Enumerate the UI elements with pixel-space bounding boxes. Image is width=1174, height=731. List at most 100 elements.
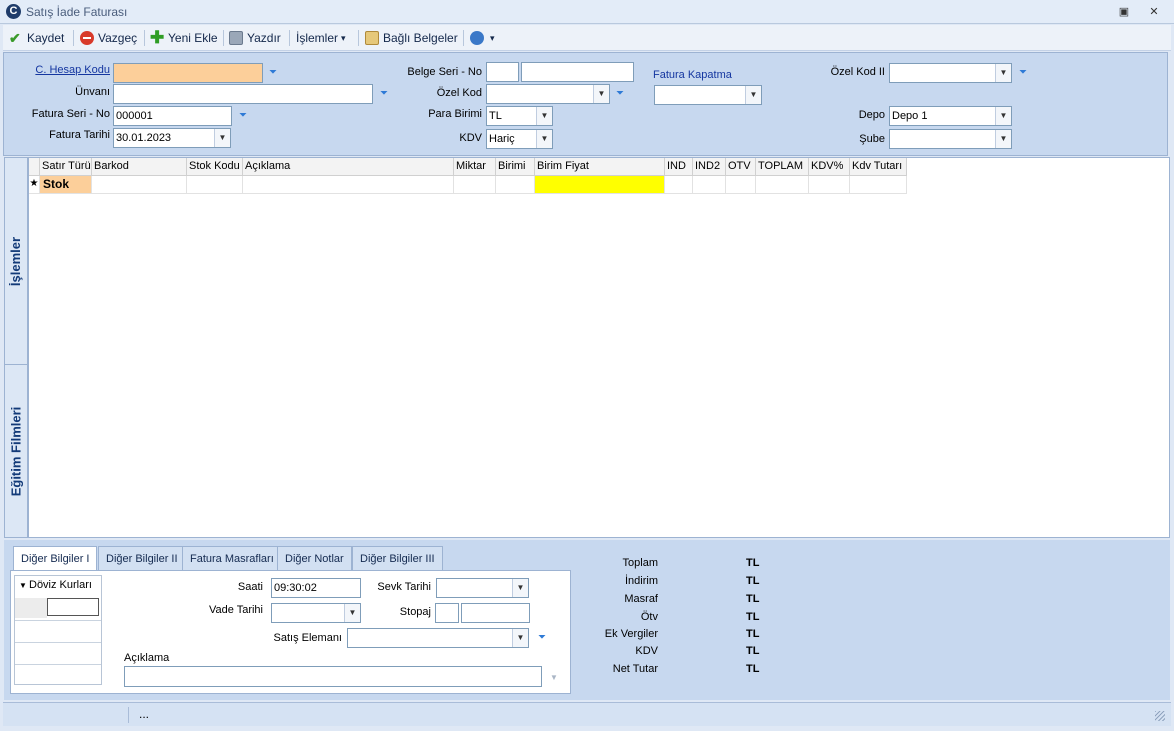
column-header[interactable]: Satır Türü: [40, 158, 92, 176]
chevron-down-icon[interactable]: ▼: [550, 673, 558, 682]
doc-no-field[interactable]: [521, 62, 634, 82]
due-date-field[interactable]: ▼: [271, 603, 361, 623]
currency-select[interactable]: TL ▼: [486, 106, 553, 126]
row-type-cell[interactable]: Stok: [40, 176, 92, 194]
stock-code-cell[interactable]: [187, 176, 243, 194]
print-button[interactable]: Yazdır: [229, 29, 281, 47]
close-icon[interactable]: ✕: [1146, 4, 1162, 20]
vat-amount-cell[interactable]: [850, 176, 907, 194]
summary-value: TL: [746, 645, 760, 657]
column-header[interactable]: OTV: [726, 158, 756, 176]
help-icon: [470, 31, 484, 45]
funnel-icon[interactable]: ⏷: [1019, 68, 1033, 78]
unit-cell[interactable]: [496, 176, 535, 194]
warehouse-select[interactable]: Depo 1 ▼: [889, 106, 1012, 126]
chevron-down-icon[interactable]: ▼: [593, 85, 609, 103]
linked-docs-button[interactable]: Bağlı Belgeler: [365, 29, 458, 47]
tab-other-info-3[interactable]: Diğer Bilgiler III: [352, 546, 443, 570]
otv-cell[interactable]: [726, 176, 756, 194]
time-label: Saati: [237, 581, 263, 593]
column-header[interactable]: TOPLAM: [756, 158, 809, 176]
chevron-down-icon[interactable]: ▼: [995, 64, 1011, 82]
side-tab-strip: İşlemler Eğitim Filmleri: [4, 157, 28, 538]
funnel-icon[interactable]: ⏷: [239, 111, 253, 121]
special-code-field[interactable]: ▼: [486, 84, 610, 104]
invoice-close-field[interactable]: ▼: [654, 85, 762, 105]
special-code-label: Özel Kod: [436, 87, 482, 99]
time-field[interactable]: 09:30:02: [271, 578, 361, 598]
chevron-down-icon[interactable]: ▼: [19, 581, 27, 590]
chevron-down-icon[interactable]: ▼: [995, 130, 1011, 148]
ship-date-field[interactable]: ▼: [436, 578, 529, 598]
column-header[interactable]: IND2: [693, 158, 726, 176]
withholding-amount-field[interactable]: [461, 603, 530, 623]
doc-series-field[interactable]: [486, 62, 519, 82]
chevron-down-icon[interactable]: ▼: [536, 107, 552, 125]
quantity-cell[interactable]: [454, 176, 496, 194]
withholding-rate-field[interactable]: [435, 603, 459, 623]
status-separator: [128, 707, 129, 723]
funnel-icon[interactable]: ⏷: [538, 633, 552, 643]
column-header[interactable]: Miktar: [454, 158, 496, 176]
help-menu-button[interactable]: ▾: [470, 29, 495, 47]
account-code-field[interactable]: [113, 63, 263, 83]
title-bar: C Satış İade Faturası ▣ ✕: [0, 0, 1174, 24]
restore-icon[interactable]: ▣: [1116, 4, 1132, 20]
description-field[interactable]: [124, 666, 542, 687]
branch-select[interactable]: ▼: [889, 129, 1012, 149]
column-header[interactable]: Açıklama: [243, 158, 454, 176]
summary-value: TL: [746, 575, 760, 587]
toolbar-separator: [223, 30, 224, 46]
column-header[interactable]: Stok Kodu: [187, 158, 243, 176]
chevron-down-icon[interactable]: ▼: [745, 86, 761, 104]
vat-rate-cell[interactable]: [809, 176, 850, 194]
invoice-date-label: Fatura Tarihi: [49, 129, 110, 141]
vat-select[interactable]: Hariç ▼: [486, 129, 553, 149]
side-tab-training-videos[interactable]: Eğitim Filmleri: [5, 365, 27, 537]
sales-rep-field[interactable]: ▼: [347, 628, 529, 648]
special-code2-field[interactable]: ▼: [889, 63, 1012, 83]
chevron-down-icon[interactable]: ▼: [214, 129, 230, 147]
chevron-down-icon[interactable]: ▼: [536, 130, 552, 148]
tab-other-notes[interactable]: Diğer Notlar: [277, 546, 352, 570]
toolbar-separator: [73, 30, 74, 46]
discount2-cell[interactable]: [693, 176, 726, 194]
column-header[interactable]: Kdv Tutarı: [850, 158, 907, 176]
barcode-cell[interactable]: [92, 176, 187, 194]
chevron-down-icon[interactable]: ▼: [512, 579, 528, 597]
account-code-label[interactable]: C. Hesap Kodu: [34, 64, 110, 76]
column-header[interactable]: Birimi: [496, 158, 535, 176]
cancel-button[interactable]: Vazgeç: [80, 29, 137, 47]
side-tab-actions[interactable]: İşlemler: [5, 158, 27, 365]
resize-grip-icon[interactable]: [1155, 711, 1165, 721]
add-new-button[interactable]: ✚ Yeni Ekle: [150, 29, 218, 47]
no-entry-icon: [80, 31, 94, 45]
column-header[interactable]: IND: [665, 158, 693, 176]
invoice-date-field[interactable]: 30.01.2023 ▼: [113, 128, 231, 148]
funnel-icon[interactable]: ⏷: [269, 68, 283, 78]
rate-input[interactable]: [47, 598, 99, 616]
toolbar-separator: [463, 30, 464, 46]
total-cell[interactable]: [756, 176, 809, 194]
invoice-close-link[interactable]: Fatura Kapatma: [653, 69, 732, 81]
currency-rates-label: Döviz Kurları: [29, 579, 92, 591]
tab-other-info-1[interactable]: Diğer Bilgiler I: [13, 546, 98, 571]
save-button[interactable]: ✔ Kaydet: [9, 29, 64, 47]
invoice-series-label: Fatura Seri - No: [31, 108, 110, 120]
tab-other-info-2[interactable]: Diğer Bilgiler II: [98, 546, 186, 570]
chevron-down-icon[interactable]: ▼: [512, 629, 528, 647]
discount-cell[interactable]: [665, 176, 693, 194]
title-field[interactable]: [113, 84, 373, 104]
description-cell[interactable]: [243, 176, 454, 194]
tab-invoice-expenses[interactable]: Fatura Masrafları: [182, 546, 282, 570]
branch-label: Şube: [859, 133, 885, 145]
column-header[interactable]: Birim Fiyat: [535, 158, 665, 176]
funnel-icon[interactable]: ⏷: [616, 89, 630, 99]
unit-price-cell[interactable]: [535, 176, 665, 194]
actions-menu-button[interactable]: İşlemler ▾: [296, 29, 346, 47]
printer-icon: [229, 31, 243, 45]
chevron-down-icon[interactable]: ▼: [995, 107, 1011, 125]
column-header[interactable]: Barkod: [92, 158, 187, 176]
column-header[interactable]: KDV%: [809, 158, 850, 176]
invoice-no-field[interactable]: 000001: [113, 106, 232, 126]
